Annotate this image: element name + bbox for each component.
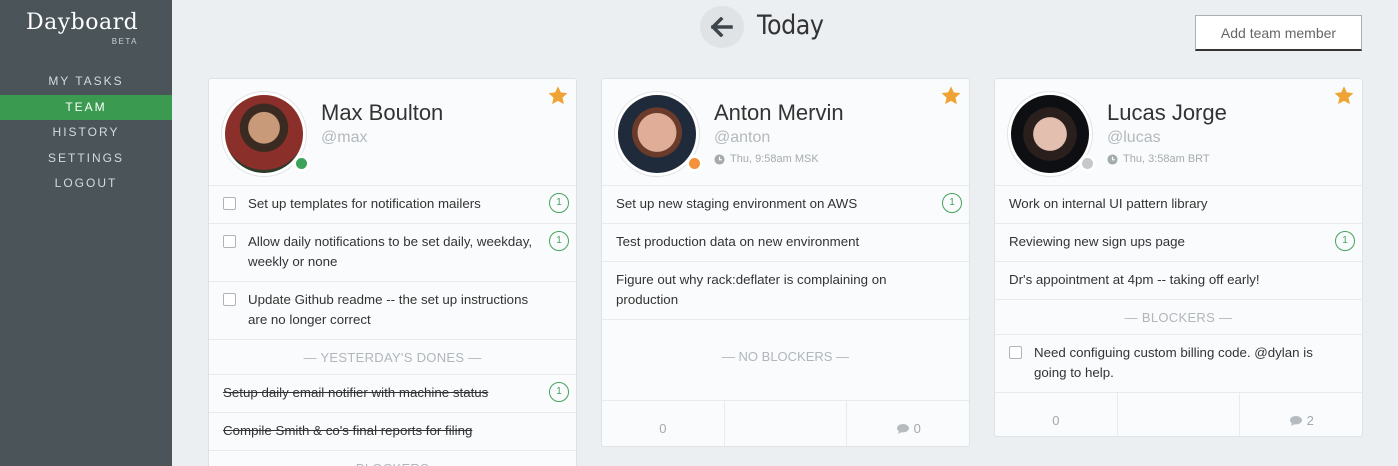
task-text: Test production data on new environment (616, 234, 860, 249)
task-count-badge[interactable]: 1 (549, 193, 569, 213)
task-count[interactable]: 0 (602, 401, 725, 446)
beta-label: BETA (111, 37, 138, 46)
avatar-image (618, 95, 696, 173)
add-team-member-button[interactable]: Add team member (1195, 15, 1362, 51)
star-icon[interactable] (1333, 85, 1355, 107)
status-away-dot (686, 155, 703, 172)
done-task-text: Compile Smith & co's final reports for f… (223, 423, 473, 438)
comment-count: 2 (1306, 413, 1314, 428)
blocker-row: Need configuing custom billing code. @dy… (995, 335, 1362, 393)
avatar[interactable] (221, 91, 310, 177)
logo-text[interactable]: Dayboard (26, 10, 146, 35)
sidebar-item-logout[interactable]: LOGOUT (0, 171, 172, 197)
member-handle[interactable]: @lucas (1107, 129, 1161, 147)
member-header: Anton Mervin @anton Thu, 9:58am MSK (602, 79, 969, 186)
member-header: Lucas Jorge @lucas Thu, 3:58am BRT (995, 79, 1362, 186)
arrow-left-icon (711, 17, 733, 37)
comment-count: 0 (913, 421, 921, 436)
comments-button[interactable]: 0 (847, 401, 969, 446)
task-text: Update Github readme -- the set up instr… (248, 292, 529, 327)
task-row: Figure out why rack:deflater is complain… (602, 262, 969, 320)
task-count-badge[interactable]: 1 (549, 231, 569, 251)
task-text: Allow daily notifications to be set dail… (248, 234, 533, 269)
member-name: Anton Mervin (714, 100, 844, 125)
task-checkbox[interactable] (223, 235, 236, 248)
star-icon[interactable] (940, 85, 962, 107)
avatar-image (1011, 95, 1089, 173)
task-count-badge[interactable]: 1 (1335, 231, 1355, 251)
task-text: Work on internal UI pattern library (1009, 196, 1208, 211)
avatar[interactable] (1007, 91, 1096, 177)
task-checkbox[interactable] (223, 197, 236, 210)
comments-button[interactable]: 2 (1240, 393, 1362, 436)
clock-icon (1107, 153, 1118, 165)
member-name: Lucas Jorge (1107, 100, 1227, 125)
member-card-max: Max Boulton @max Set up templates for no… (208, 78, 577, 466)
footer-empty-cell[interactable] (725, 401, 848, 446)
task-row: Set up new staging environment on AWS 1 (602, 186, 969, 224)
task-text: Figure out why rack:deflater is complain… (616, 272, 887, 307)
task-row: Update Github readme -- the set up instr… (209, 282, 576, 340)
blocker-text: Need configuing custom billing code. @dy… (1034, 345, 1313, 380)
comment-icon (896, 423, 909, 434)
blockers-header: — BLOCKERS — (209, 451, 576, 466)
logo[interactable]: Dayboard BETA (26, 10, 146, 46)
local-time: Thu, 9:58am MSK (714, 153, 819, 165)
sidebar-item-my-tasks[interactable]: MY TASKS (0, 69, 172, 95)
blockers-header: — BLOCKERS — (995, 300, 1362, 335)
task-count-badge[interactable]: 1 (549, 382, 569, 402)
clock-icon (714, 153, 725, 165)
task-count[interactable]: 0 (995, 393, 1118, 436)
sidebar-item-history[interactable]: HISTORY (0, 120, 172, 146)
page-title: Today (757, 10, 824, 41)
task-row: Work on internal UI pattern library (995, 186, 1362, 224)
member-handle[interactable]: @anton (714, 129, 770, 147)
task-text: Reviewing new sign ups page (1009, 234, 1185, 249)
footer-empty-cell[interactable] (1118, 393, 1241, 436)
local-time-text: Thu, 3:58am BRT (1123, 153, 1210, 165)
task-row: Allow daily notifications to be set dail… (209, 224, 576, 282)
task-row: Set up templates for notification mailer… (209, 186, 576, 224)
done-task-row: Setup daily email notifier with machine … (209, 375, 576, 413)
blocker-checkbox[interactable] (1009, 346, 1022, 359)
card-footer: 0 0 (602, 401, 969, 446)
task-text: Set up templates for notification mailer… (248, 196, 481, 211)
local-time-text: Thu, 9:58am MSK (730, 153, 819, 165)
avatar-image (225, 95, 303, 173)
sidebar-nav: MY TASKS TEAM HISTORY SETTINGS LOGOUT (0, 69, 172, 197)
status-offline-dot (1079, 155, 1096, 172)
no-blockers-label: — NO BLOCKERS — (602, 320, 969, 401)
task-count-badge[interactable]: 1 (942, 193, 962, 213)
member-name: Max Boulton (321, 100, 444, 125)
task-row: Reviewing new sign ups page 1 (995, 224, 1362, 262)
member-handle[interactable]: @max (321, 129, 367, 147)
sidebar: Dayboard BETA MY TASKS TEAM HISTORY SETT… (0, 0, 172, 466)
avatar[interactable] (614, 91, 703, 177)
task-text: Dr's appointment at 4pm -- taking off ea… (1009, 272, 1260, 287)
star-icon[interactable] (547, 85, 569, 107)
done-task-text: Setup daily email notifier with machine … (223, 385, 489, 400)
status-online-dot (293, 155, 310, 172)
card-footer: 0 2 (995, 393, 1362, 436)
task-text: Set up new staging environment on AWS (616, 196, 858, 211)
task-checkbox[interactable] (223, 293, 236, 306)
yesterday-dones-header: — YESTERDAY'S DONES — (209, 340, 576, 375)
comment-icon (1289, 415, 1302, 426)
sidebar-item-team[interactable]: TEAM (0, 94, 172, 120)
task-row: Test production data on new environment (602, 224, 969, 262)
member-card-lucas: Lucas Jorge @lucas Thu, 3:58am BRT Work … (994, 78, 1363, 437)
member-card-anton: Anton Mervin @anton Thu, 9:58am MSK Set … (601, 78, 970, 447)
local-time: Thu, 3:58am BRT (1107, 153, 1210, 165)
done-task-row: Compile Smith & co's final reports for f… (209, 413, 576, 451)
sidebar-item-settings[interactable]: SETTINGS (0, 146, 172, 172)
task-row: Dr's appointment at 4pm -- taking off ea… (995, 262, 1362, 300)
back-button[interactable] (700, 6, 744, 48)
member-header: Max Boulton @max (209, 79, 576, 186)
